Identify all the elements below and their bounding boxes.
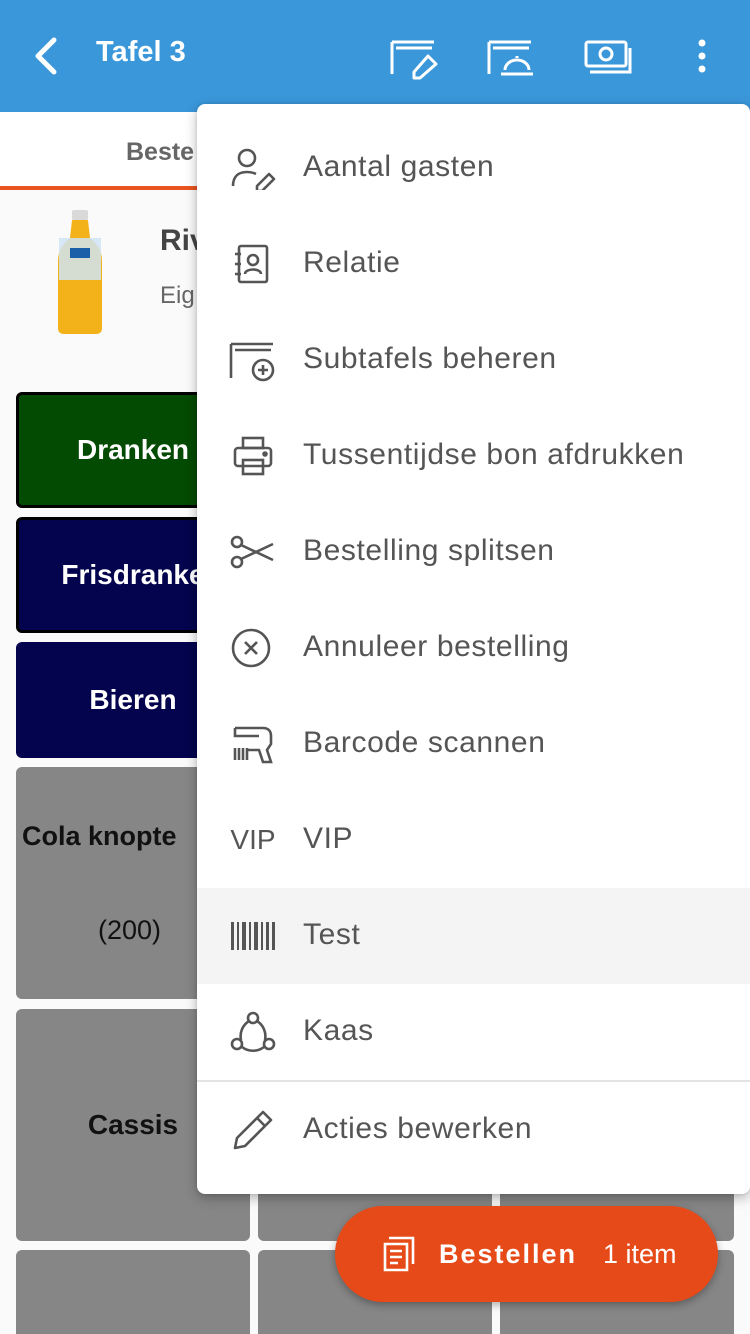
tile-label: Dranken [76,434,190,465]
tile-label: Frisdranke [61,559,205,590]
menu-item-label: VIP [303,822,354,855]
share-nodes-icon [229,1010,277,1054]
menu-item-bestelling-splitsen[interactable]: Bestelling splitsen [197,504,750,600]
rivella-bottle-icon [50,208,110,336]
menu-item-annuleer-bestelling[interactable]: Annuleer bestelling [197,600,750,696]
barcode-scanner-icon [229,722,277,766]
printer-icon [229,434,277,478]
menu-item-label: Barcode scannen [303,726,546,759]
table-service-icon[interactable] [485,36,537,80]
scissors-icon [229,530,277,574]
contact-book-icon [229,242,277,286]
menu-item-vip[interactable]: VIP VIP [197,792,750,888]
tile-label: Bieren [89,684,177,715]
tile-label: Cola knopte [22,821,177,851]
cancel-circle-icon [229,626,277,670]
menu-item-label: Bestelling splitsen [303,534,555,567]
menu-item-label: Acties bewerken [303,1112,533,1145]
menu-item-tussentijdse-bon[interactable]: Tussentijdse bon afdrukken [197,408,750,504]
more-vert-icon[interactable] [678,36,726,80]
vip-text-icon: VIP [230,824,276,855]
product-tile[interactable] [16,1250,250,1334]
barcode-icon [229,914,277,958]
menu-item-relatie[interactable]: Relatie [197,216,750,312]
bestellen-label: Bestellen [439,1239,578,1269]
menu-item-label: Annuleer bestelling [303,630,570,663]
menu-item-aantal-gasten[interactable]: Aantal gasten [197,120,750,216]
menu-item-kaas[interactable]: Kaas [197,984,750,1080]
table-add-icon [229,338,277,382]
menu-item-label: Kaas [303,1014,374,1047]
item-count: 1 item [603,1239,677,1269]
menu-item-test[interactable]: Test [197,888,750,984]
bestellen-button[interactable]: Bestellen 1 item [335,1206,718,1302]
edit-table-icon[interactable] [388,36,440,80]
back-arrow-icon[interactable] [26,34,66,78]
menu-item-label: Tussentijdse bon afdrukken [303,438,685,471]
menu-item-label: Test [303,918,361,951]
tab-label: Beste [126,138,195,166]
menu-item-label: Aantal gasten [303,150,495,183]
menu-item-barcode-scannen[interactable]: Barcode scannen [197,696,750,792]
menu-item-acties-bewerken[interactable]: Acties bewerken [197,1082,750,1178]
menu-item-label: Relatie [303,246,401,279]
overflow-menu: Aantal gasten Relatie Subtafels beheren … [197,104,750,1194]
product-subtitle: Eig [160,282,195,309]
menu-item-subtafels-beheren[interactable]: Subtafels beheren [197,312,750,408]
tile-label: Cassis [87,1109,179,1140]
pencil-icon [229,1108,277,1152]
menu-item-label: Subtafels beheren [303,342,557,375]
page-title: Tafel 3 [96,36,186,68]
person-edit-icon [229,146,277,190]
tile-price: (200) [98,915,162,945]
payment-icon[interactable] [582,36,634,80]
receipt-icon [381,1234,417,1274]
app-bar: Tafel 3 [0,0,750,112]
